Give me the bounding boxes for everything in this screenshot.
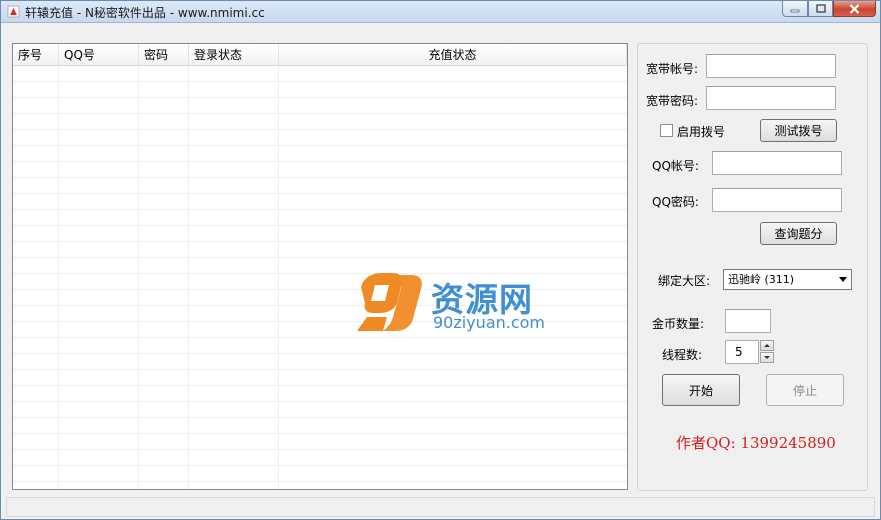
- main-window: 轩辕充值 - N秘密软件出品 - www.nmimi.cc 序号 QQ号 密码 …: [0, 0, 881, 520]
- settings-panel: 宽带帐号: 宽带密码: 启用拨号 测试拨号 QQ帐号: QQ密码: 查询题分 绑…: [637, 43, 868, 491]
- coins-label: 金币数量:: [652, 317, 705, 331]
- title-bar[interactable]: 轩辕充值 - N秘密软件出品 - www.nmimi.cc: [1, 1, 880, 23]
- column-divider: [188, 66, 189, 489]
- enable-dial-label[interactable]: 启用拨号: [677, 123, 725, 140]
- status-bar: [6, 497, 875, 517]
- col-header-recharge-status[interactable]: 充值状态: [279, 44, 627, 66]
- qq-password-input[interactable]: [712, 188, 842, 212]
- enable-dial-checkbox[interactable]: [660, 124, 673, 137]
- dropdown-arrow-icon: [839, 277, 847, 282]
- query-points-button[interactable]: 查询题分: [760, 222, 837, 245]
- broadband-account-label: 宽带帐号:: [646, 62, 699, 76]
- threads-input[interactable]: 5: [725, 340, 759, 364]
- column-divider: [138, 66, 139, 489]
- broadband-password-input[interactable]: [706, 86, 836, 110]
- close-button[interactable]: [833, 1, 876, 17]
- test-dial-button[interactable]: 测试拨号: [760, 119, 837, 142]
- qq-password-label: QQ密码:: [652, 195, 699, 209]
- spin-down-icon[interactable]: [760, 352, 774, 363]
- watermark-logo-icon: [357, 273, 422, 331]
- broadband-password-label: 宽带密码:: [646, 94, 699, 108]
- broadband-account-input[interactable]: [706, 54, 836, 78]
- bind-server-value: 迅驰岭 (311): [728, 273, 795, 286]
- watermark-url: 90ziyuan.com: [433, 313, 546, 332]
- maximize-icon: [815, 4, 826, 13]
- spin-up-icon[interactable]: [760, 340, 774, 351]
- col-header-index[interactable]: 序号: [13, 44, 59, 66]
- author-contact: 作者QQ: 1399245890: [676, 434, 836, 452]
- bind-server-select[interactable]: 迅驰岭 (311): [723, 269, 852, 290]
- qq-account-label: QQ帐号:: [652, 159, 699, 173]
- stop-button[interactable]: 停止: [766, 374, 844, 406]
- close-icon: [849, 3, 860, 14]
- minimize-icon: [790, 9, 800, 12]
- column-divider: [278, 66, 279, 489]
- col-header-qq[interactable]: QQ号: [59, 44, 139, 66]
- watermark: 资源网 90ziyuan.com: [353, 269, 553, 339]
- column-divider: [58, 66, 59, 489]
- coins-input[interactable]: [725, 309, 771, 333]
- col-header-password[interactable]: 密码: [139, 44, 189, 66]
- col-header-login-status[interactable]: 登录状态: [189, 44, 279, 66]
- list-header: 序号 QQ号 密码 登录状态 充值状态: [13, 44, 627, 66]
- account-list[interactable]: 序号 QQ号 密码 登录状态 充值状态 资源网 90ziyuan.com: [12, 43, 628, 490]
- start-button[interactable]: 开始: [662, 374, 740, 406]
- minimize-button[interactable]: [782, 1, 808, 17]
- threads-label: 线程数:: [662, 348, 703, 362]
- bind-server-label: 绑定大区:: [658, 274, 711, 288]
- app-icon: [7, 5, 20, 18]
- qq-account-input[interactable]: [712, 151, 842, 175]
- maximize-button[interactable]: [808, 1, 833, 17]
- window-title: 轩辕充值 - N秘密软件出品 - www.nmimi.cc: [25, 6, 265, 20]
